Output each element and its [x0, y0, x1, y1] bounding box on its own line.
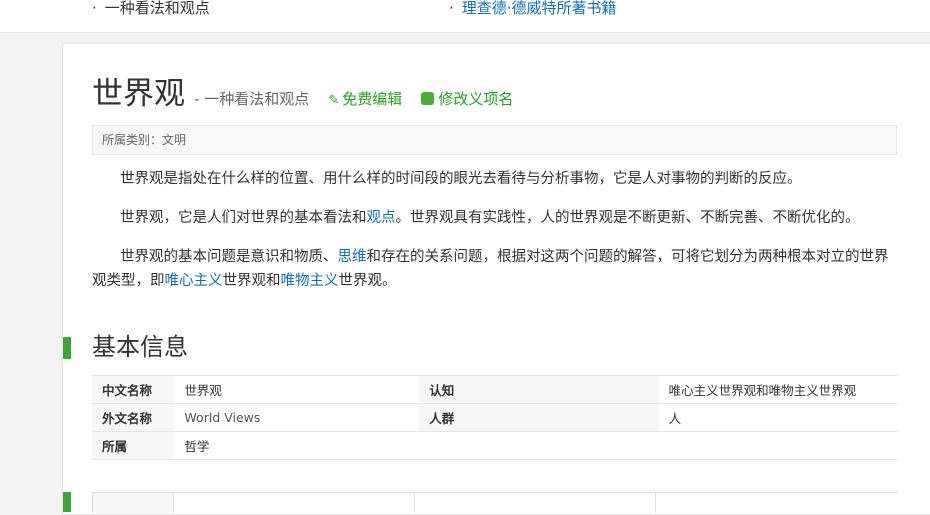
paragraph-text: 世界观和 — [222, 273, 281, 289]
rename-icon — [421, 92, 435, 105]
paragraph: 世界观，它是人们对世界的基本看法和观点。世界观具有实践性，人的世界观是不断更新、… — [92, 206, 902, 230]
info-value: World Views — [174, 403, 420, 432]
category-bar: 所属类别：文明 — [92, 125, 897, 155]
related-item-left[interactable]: · 一种看法和观点 — [92, 0, 210, 18]
paragraph-text: 世界观。 — [338, 273, 397, 289]
table-row: 中文名称 世界观 认知 唯心主义世界观和唯物主义世界观 — [92, 375, 898, 404]
info-key: 人群 — [419, 403, 659, 432]
link-materialism[interactable]: 唯物主义 — [281, 273, 339, 289]
table-cell — [655, 493, 656, 513]
table-row: 所属 哲学 — [92, 431, 898, 460]
next-section-table — [92, 492, 898, 513]
info-value: 哲学 — [174, 431, 420, 460]
related-item-right[interactable]: · 理查德·德威特所著书籍 — [449, 0, 617, 18]
paragraph: 世界观是指处在什么样的位置、用什么样的时间段的眼光去看待与分析事物，它是人对事物… — [120, 171, 802, 187]
rename-button[interactable]: 修改义项名 — [421, 88, 513, 109]
info-key: 中文名称 — [92, 375, 175, 404]
section-heading: 基本信息 — [92, 333, 188, 361]
info-value: 唯心主义世界观和唯物主义世界观 — [658, 375, 898, 404]
entry-subtitle: - 一种看法和观点 — [194, 90, 310, 108]
pencil-icon: ✎ — [328, 93, 340, 108]
section-accent-bar — [63, 337, 71, 359]
paragraph-text: 世界观的基本问题是意识和物质、 — [120, 249, 338, 265]
paragraph-text: 。世界观具有实践性，人的世界观是不断更新、不断完善、不断优化的。 — [395, 210, 860, 226]
bullet: · — [92, 0, 97, 17]
rename-label: 修改义项名 — [438, 90, 514, 108]
bullet: · — [449, 0, 454, 17]
table-cell — [92, 493, 174, 513]
related-strip: · 一种看法和观点 · 理查德·德威特所著书籍 — [0, 0, 930, 33]
info-value — [658, 431, 898, 460]
info-key: 外文名称 — [92, 403, 175, 432]
entry-title: 世界观 — [92, 76, 185, 112]
table-cell — [414, 493, 415, 513]
table-row: 外文名称 World Views 人群 人 — [92, 403, 898, 432]
info-key: 认知 — [419, 375, 659, 404]
section-accent-bar — [63, 492, 71, 512]
paragraph: 世界观的基本问题是意识和物质、思维和存在的关系问题，根据对这两个问题的解答，可将… — [92, 245, 902, 293]
link-idealism[interactable]: 唯心主义 — [165, 273, 223, 289]
related-link-left[interactable]: 一种看法和观点 — [105, 0, 210, 17]
basic-info-table: 中文名称 世界观 认知 唯心主义世界观和唯物主义世界观 外文名称 World V… — [92, 375, 898, 460]
table-cell — [173, 493, 174, 513]
entry-card: 世界观 - 一种看法和观点 ✎ 免费编辑 修改义项名 所属类别：文明 世界观是指处… — [62, 43, 930, 515]
link-viewpoint[interactable]: 观点 — [367, 210, 396, 226]
edit-button[interactable]: ✎ 免费编辑 — [328, 88, 402, 109]
info-value: 世界观 — [174, 375, 420, 404]
info-key — [419, 431, 659, 460]
link-thinking[interactable]: 思维 — [338, 249, 367, 265]
entry-header: 世界观 - 一种看法和观点 ✎ 免费编辑 修改义项名 — [92, 76, 513, 116]
paragraph-text: 世界观，它是人们对世界的基本看法和 — [120, 210, 367, 226]
category-label: 所属类别：文明 — [102, 133, 187, 147]
info-key: 所属 — [92, 431, 175, 460]
info-value: 人 — [658, 403, 898, 432]
edit-label: 免费编辑 — [342, 90, 403, 108]
related-link-right[interactable]: 理查德·德威特所著书籍 — [462, 0, 617, 17]
